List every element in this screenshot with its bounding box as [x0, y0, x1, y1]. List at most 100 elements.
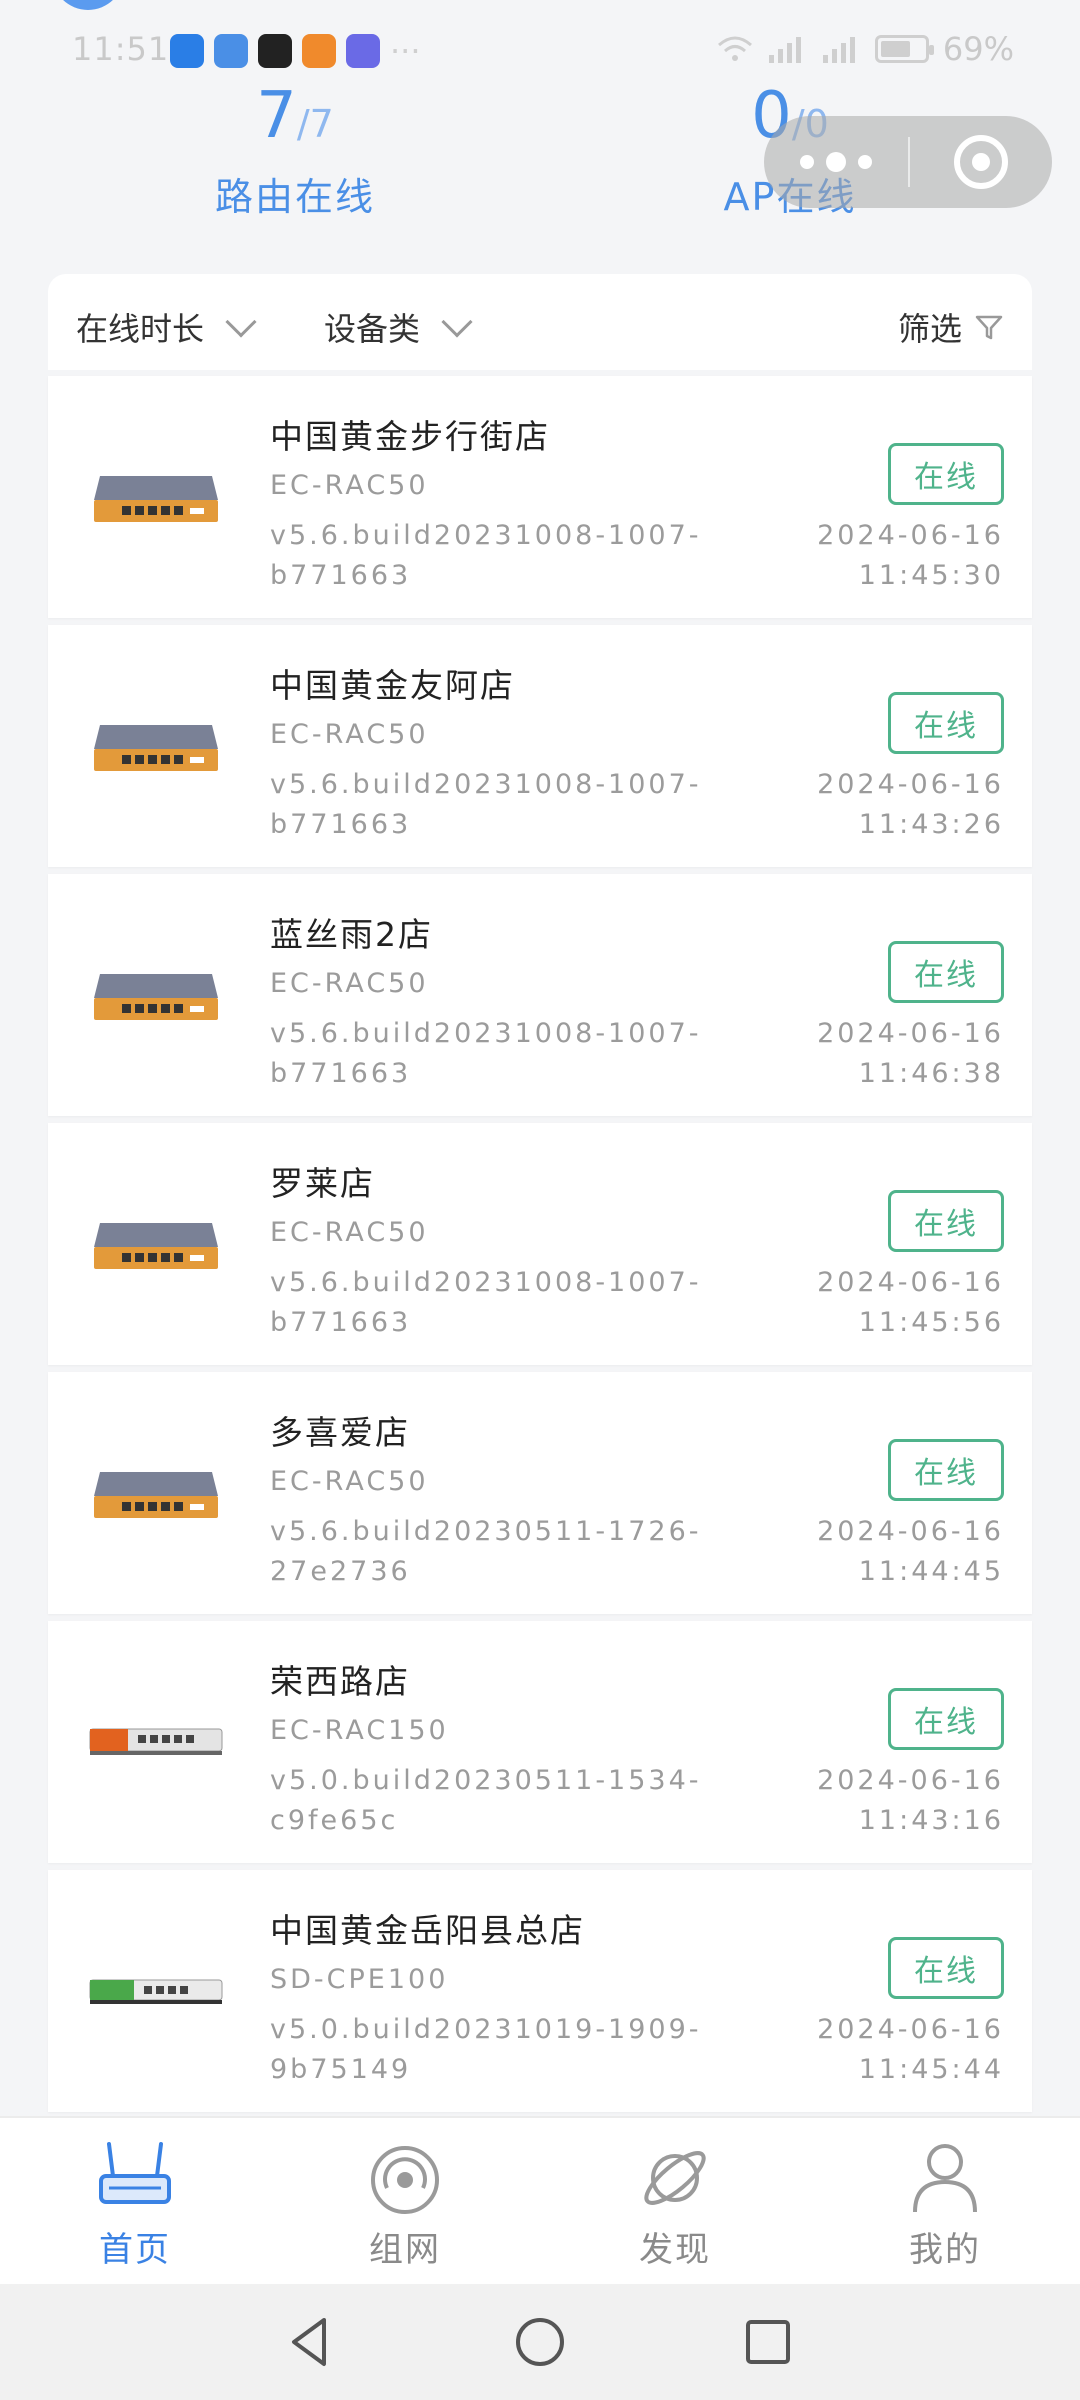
device-last-seen-time: 11:46:38 — [858, 1058, 1004, 1089]
more-notifications-icon: ··· — [390, 32, 421, 70]
online-status-badge: 在线 — [888, 1688, 1004, 1750]
sort-online-duration-label: 在线时长 — [76, 310, 205, 348]
chevron-down-icon — [441, 306, 473, 338]
device-firmware-version: v5.6.build20231008-1007- b771663 — [270, 516, 710, 596]
device-firmware-line1: v5.6.build20231008-1007- — [270, 1018, 702, 1049]
router-online-label: 路由在线 — [214, 175, 375, 219]
tab-discover-label: 发现 — [639, 2230, 711, 2270]
status-time: 11:51 — [72, 30, 170, 68]
device-card[interactable]: 中国黄金步行街店 EC-RAC50 v5.6.build20231008-100… — [48, 376, 1032, 618]
router-online-stat[interactable]: 7/7 路由在线 — [200, 84, 390, 221]
more-menu-button[interactable] — [764, 116, 908, 208]
device-firmware-line1: v5.6.build20231008-1007- — [270, 769, 702, 800]
more-dot-icon — [800, 155, 814, 169]
device-last-seen-time: 11:43:26 — [858, 809, 1004, 840]
tab-me-label: 我的 — [909, 2230, 981, 2270]
device-firmware-line2: c9fe65c — [270, 1805, 399, 1836]
funnel-icon — [975, 315, 1003, 340]
device-name: 多喜爱店 — [270, 1413, 410, 1452]
device-firmware-line2: 9b75149 — [270, 2054, 412, 2085]
more-dot-icon — [858, 155, 872, 169]
router-device-image — [94, 1472, 218, 1518]
device-last-seen: 2024-06-16 11:44:45 — [817, 1512, 1004, 1592]
tab-discover[interactable]: 发现 — [540, 2118, 810, 2284]
router-online-count: 7/7 — [200, 84, 390, 148]
device-firmware-line1: v5.6.build20231008-1007- — [270, 1267, 702, 1298]
device-last-seen-date: 2024-06-16 — [817, 2014, 1004, 2045]
device-list: 中国黄金步行街店 EC-RAC50 v5.6.build20231008-100… — [48, 376, 1032, 2119]
router-device-image — [94, 974, 218, 1020]
device-last-seen-time: 11:43:16 — [858, 1805, 1004, 1836]
device-last-seen: 2024-06-16 11:45:44 — [817, 2010, 1004, 2090]
router-device-image — [89, 1728, 223, 1755]
close-miniprogram-button[interactable] — [910, 116, 1052, 208]
device-firmware-line1: v5.6.build20231008-1007- — [270, 520, 702, 551]
device-firmware-version: v5.6.build20231008-1007- b771663 — [270, 765, 710, 845]
device-card[interactable]: 蓝丝雨2店 EC-RAC50 v5.6.build20231008-1007- … — [48, 874, 1032, 1116]
device-firmware-version: v5.6.build20230511-1726- 27e2736 — [270, 1512, 710, 1592]
status-right: 69% — [717, 30, 1014, 68]
device-name: 蓝丝雨2店 — [270, 915, 433, 954]
recent-apps-icon[interactable] — [738, 2312, 798, 2372]
back-icon[interactable] — [280, 2312, 340, 2372]
online-status-badge: 在线 — [888, 443, 1004, 505]
device-last-seen: 2024-06-16 11:45:30 — [817, 516, 1004, 596]
browser-icon — [170, 34, 204, 68]
device-firmware-line1: v5.6.build20230511-1726- — [270, 1516, 702, 1547]
signal-bars-2-icon — [822, 37, 855, 63]
filter-bar: 在线时长 设备类 筛选 — [48, 274, 1032, 370]
router-device-image — [94, 1223, 218, 1269]
device-last-seen: 2024-06-16 11:43:16 — [817, 1761, 1004, 1841]
device-last-seen-time: 11:45:30 — [858, 560, 1004, 591]
device-name: 荣西路店 — [270, 1662, 410, 1701]
device-last-seen-date: 2024-06-16 — [817, 1267, 1004, 1298]
router-device-image — [89, 1979, 223, 2004]
device-model: EC-RAC150 — [270, 1715, 449, 1746]
device-last-seen-time: 11:45:44 — [858, 2054, 1004, 2085]
music-icon — [346, 34, 380, 68]
device-last-seen-time: 11:45:56 — [858, 1307, 1004, 1338]
device-card[interactable]: 中国黄金岳阳县总店 SD-CPE100 v5.0.build20231019-1… — [48, 1870, 1032, 2112]
tab-me[interactable]: 我的 — [810, 2118, 1080, 2284]
device-model: SD-CPE100 — [270, 1964, 449, 1995]
sort-online-duration-dropdown[interactable]: 在线时长 — [76, 304, 257, 350]
soul-icon — [258, 34, 292, 68]
device-type-dropdown[interactable]: 设备类 — [324, 304, 473, 350]
device-last-seen-date: 2024-06-16 — [817, 769, 1004, 800]
device-firmware-line2: b771663 — [270, 809, 412, 840]
device-card[interactable]: 多喜爱店 EC-RAC50 v5.6.build20230511-1726- 2… — [48, 1372, 1032, 1614]
more-dot-icon — [826, 152, 846, 172]
home-icon[interactable] — [510, 2312, 570, 2372]
battery-icon — [874, 35, 934, 63]
battery-percent: 69% — [942, 30, 1014, 68]
weather-icon — [214, 34, 248, 68]
router-total-number: /7 — [296, 102, 334, 146]
bottom-tab-bar: 首页 组网 发现 我的 — [0, 2116, 1080, 2284]
video-icon — [302, 34, 336, 68]
device-card[interactable]: 荣西路店 EC-RAC150 v5.0.build20230511-1534- … — [48, 1621, 1032, 1863]
device-card[interactable]: 罗莱店 EC-RAC50 v5.6.build20231008-1007- b7… — [48, 1123, 1032, 1365]
avatar — [52, 0, 124, 10]
filter-button[interactable]: 筛选 — [898, 304, 1004, 350]
device-card[interactable]: 中国黄金友阿店 EC-RAC50 v5.6.build20231008-1007… — [48, 625, 1032, 867]
tab-network-label: 组网 — [369, 2230, 441, 2270]
device-model: EC-RAC50 — [270, 470, 429, 501]
tab-network[interactable]: 组网 — [270, 2118, 540, 2284]
online-status-badge: 在线 — [888, 692, 1004, 754]
status-bar: 11:51 ··· 69% — [0, 0, 1080, 100]
device-firmware-line1: v5.0.build20231019-1909- — [270, 2014, 702, 2045]
device-model: EC-RAC50 — [270, 1217, 429, 1248]
device-last-seen: 2024-06-16 11:43:26 — [817, 765, 1004, 845]
device-firmware-line2: b771663 — [270, 560, 412, 591]
device-firmware-version: v5.0.build20230511-1534- c9fe65c — [270, 1761, 710, 1841]
device-last-seen: 2024-06-16 11:46:38 — [817, 1014, 1004, 1094]
device-firmware-line2: b771663 — [270, 1058, 412, 1089]
chevron-down-icon — [225, 306, 257, 338]
wifi-icon — [717, 36, 752, 61]
filter-label: 筛选 — [897, 310, 962, 348]
device-last-seen-time: 11:44:45 — [858, 1556, 1004, 1587]
signal-icon — [371, 2146, 439, 2214]
tab-home[interactable]: 首页 — [0, 2118, 270, 2284]
device-last-seen-date: 2024-06-16 — [817, 1765, 1004, 1796]
router-device-image — [94, 476, 218, 522]
